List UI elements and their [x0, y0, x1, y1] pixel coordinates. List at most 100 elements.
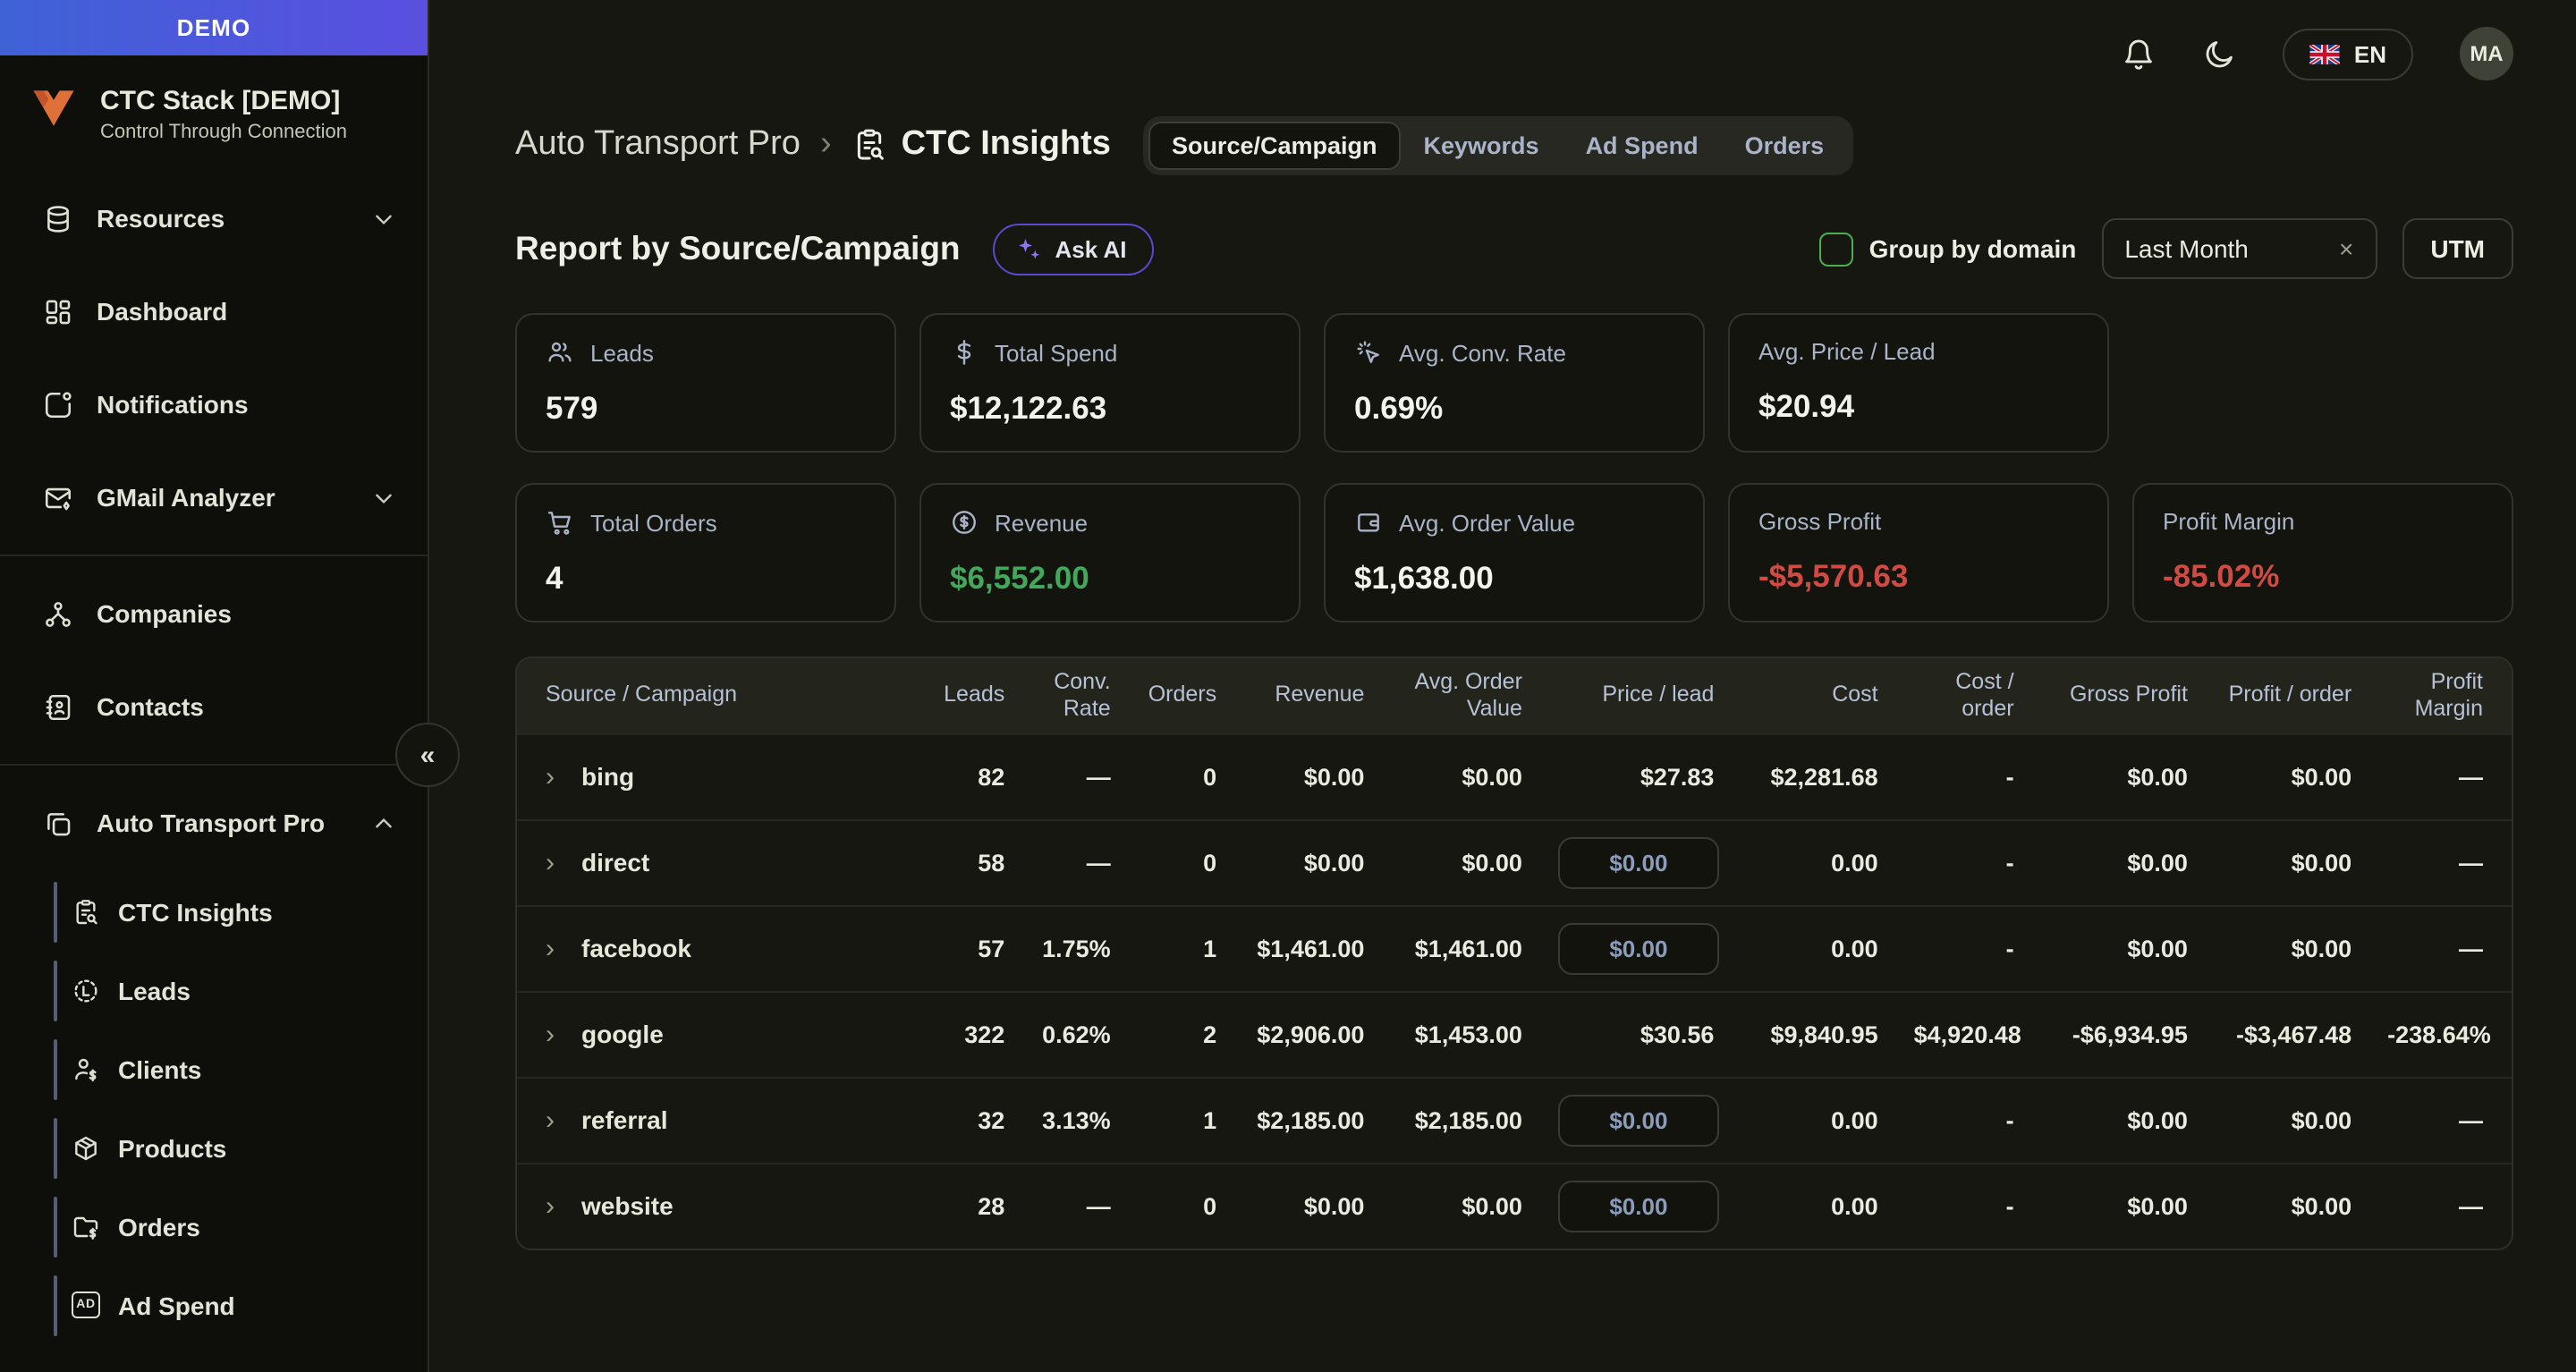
column-header-profit-order[interactable]: Profit / order	[2206, 658, 2369, 733]
cell-gross-profit: $0.00	[2032, 1077, 2206, 1163]
user-dollar-icon	[72, 1055, 100, 1084]
sidebar-collapse-button[interactable]: «	[395, 723, 460, 787]
table-row-website: ›website28—0$0.00$0.00$0.000.00-$0.00$0.…	[517, 1163, 2512, 1249]
price-lead-input[interactable]: $0.00	[1558, 922, 1719, 974]
report-tabs: Source/Campaign Keywords Ad Spend Orders	[1143, 115, 1852, 174]
kpi-value: $6,552.00	[950, 560, 1270, 597]
kpi-card-revenue: Revenue $6,552.00	[919, 483, 1301, 622]
cell-conv-rate: 3.13%	[1022, 1077, 1128, 1163]
cell-profit-margin: —	[2369, 1163, 2512, 1249]
bell-icon[interactable]	[2122, 37, 2156, 71]
cell-profit-margin: —	[2369, 1077, 2512, 1163]
kpi-value: 4	[546, 560, 866, 597]
cell-revenue: $0.00	[1234, 1163, 1382, 1249]
cell-cost-order: -	[1896, 733, 2032, 819]
cell-profit-margin: —	[2369, 905, 2512, 991]
column-header-cost[interactable]: Cost	[1732, 658, 1895, 733]
tab-source-campaign[interactable]: Source/Campaign	[1148, 121, 1401, 169]
tab-orders[interactable]: Orders	[1722, 121, 1848, 169]
sidebar-item-dashboard[interactable]: Dashboard	[0, 272, 428, 351]
column-header-price-lead[interactable]: Price / lead	[1540, 658, 1733, 733]
kpi-label: Revenue	[995, 509, 1088, 536]
kpi-row-1: Leads 579 Total Spend $12,122.63 Avg. Co…	[515, 313, 2513, 453]
price-lead-input[interactable]: $0.00	[1558, 1181, 1719, 1232]
table-row-google: ›google3220.62%2$2,906.00$1,453.00$30.56…	[517, 991, 2512, 1077]
cell-cost-order: -	[1896, 819, 2032, 905]
column-header-source-campaign[interactable]: Source / Campaign	[517, 658, 920, 733]
report-header: Report by Source/Campaign Ask AI Group b…	[515, 215, 2513, 283]
sidebar-item-ad-spend[interactable]: AD Ad Spend	[0, 1270, 428, 1342]
cell-cost: 0.00	[1732, 1163, 1895, 1249]
price-lead-input[interactable]: $0.00	[1558, 836, 1719, 888]
ask-ai-button[interactable]: Ask AI	[993, 223, 1154, 275]
sidebar-item-ctc-insights[interactable]: CTC Insights	[0, 877, 428, 948]
column-header-orders[interactable]: Orders	[1129, 658, 1234, 733]
sidebar-item-auto-transport-pro[interactable]: Auto Transport Pro	[0, 783, 428, 862]
row-expand-icon[interactable]: ›	[546, 1019, 555, 1049]
kpi-label: Profit Margin	[2163, 508, 2294, 535]
kpi-card-total-spend: Total Spend $12,122.63	[919, 313, 1301, 453]
sidebar-item-companies[interactable]: Companies	[0, 574, 428, 653]
brand-subtitle: Control Through Connection	[100, 121, 347, 142]
price-lead-input[interactable]: $0.00	[1558, 1094, 1719, 1146]
row-expand-icon[interactable]: ›	[546, 933, 555, 963]
cell-revenue: $0.00	[1234, 733, 1382, 819]
kpi-value: 0.69%	[1354, 390, 1674, 428]
user-avatar[interactable]: MA	[2460, 27, 2513, 80]
breadcrumb-project[interactable]: Auto Transport Pro	[515, 125, 801, 165]
cell-orders: 2	[1129, 991, 1234, 1077]
column-header-conv-rate[interactable]: Conv. Rate	[1022, 658, 1128, 733]
tab-ad-spend[interactable]: Ad Spend	[1563, 121, 1722, 169]
sidebar-item-products[interactable]: Products	[0, 1113, 428, 1184]
column-header-leads[interactable]: Leads	[920, 658, 1022, 733]
cell-leads: 57	[920, 905, 1022, 991]
sidebar-item-label: Companies	[97, 599, 232, 628]
kpi-value: $12,122.63	[950, 390, 1270, 428]
sidebar-item-contacts[interactable]: Contacts	[0, 667, 428, 746]
folders-icon	[43, 808, 73, 838]
sidebar-item-gmail-analyzer[interactable]: GMail Analyzer	[0, 458, 428, 537]
sidebar-item-notifications[interactable]: Notifications	[0, 365, 428, 444]
sidebar-item-leads[interactable]: Leads	[0, 955, 428, 1027]
notifications-icon	[43, 389, 73, 419]
cell-conv-rate: —	[1022, 819, 1128, 905]
sidebar-item-orders[interactable]: Orders	[0, 1191, 428, 1263]
column-header-avg-order-value[interactable]: Avg. Order Value	[1382, 658, 1540, 733]
report-table-header-row: Source / CampaignLeadsConv. RateOrdersRe…	[517, 658, 2512, 733]
column-header-cost-order[interactable]: Cost / order	[1896, 658, 2032, 733]
cell-leads: 58	[920, 819, 1022, 905]
column-header-gross-profit[interactable]: Gross Profit	[2032, 658, 2206, 733]
cell-revenue: $2,185.00	[1234, 1077, 1382, 1163]
row-expand-icon[interactable]: ›	[546, 1105, 555, 1135]
sidebar-item-label: Leads	[118, 977, 191, 1005]
group-by-domain-toggle[interactable]: Group by domain	[1819, 232, 2077, 266]
dollar-icon	[950, 338, 979, 367]
page-title: Report by Source/Campaign	[515, 229, 961, 268]
sidebar-divider	[0, 764, 428, 766]
cell-cost: 0.00	[1732, 905, 1895, 991]
column-header-profit-margin[interactable]: Profit Margin	[2369, 658, 2512, 733]
report-table-body: ›bing82—0$0.00$0.00$27.83$2,281.68-$0.00…	[517, 733, 2512, 1249]
row-expand-icon[interactable]: ›	[546, 1191, 555, 1222]
clipboard-search-icon	[72, 898, 100, 927]
row-expand-icon[interactable]: ›	[546, 847, 555, 877]
kpi-value: 579	[546, 390, 866, 428]
language-selector[interactable]: EN	[2283, 28, 2413, 80]
group-by-domain-checkbox[interactable]	[1819, 232, 1853, 266]
clipboard-search-icon	[852, 127, 887, 163]
utm-button[interactable]: UTM	[2402, 218, 2513, 279]
row-expand-icon[interactable]: ›	[546, 761, 555, 792]
sidebar-item-clients[interactable]: Clients	[0, 1034, 428, 1105]
database-icon	[43, 203, 73, 233]
dark-mode-moon-icon[interactable]	[2202, 37, 2236, 71]
column-header-revenue[interactable]: Revenue	[1234, 658, 1382, 733]
tab-keywords[interactable]: Keywords	[1401, 121, 1563, 169]
cell-cost-order: -	[1896, 1163, 2032, 1249]
sidebar-item-label: Notifications	[97, 390, 249, 419]
sidebar-item-resources[interactable]: Resources	[0, 179, 428, 258]
period-select[interactable]: Last Month ×	[2101, 218, 2377, 279]
kpi-row-2: Total Orders 4 Revenue $6,552.00 Avg. Or…	[515, 483, 2513, 622]
source-name: direct	[581, 847, 649, 876]
clear-period-icon[interactable]: ×	[2339, 234, 2353, 263]
brand: CTC Stack [DEMO] Control Through Connect…	[0, 55, 428, 161]
